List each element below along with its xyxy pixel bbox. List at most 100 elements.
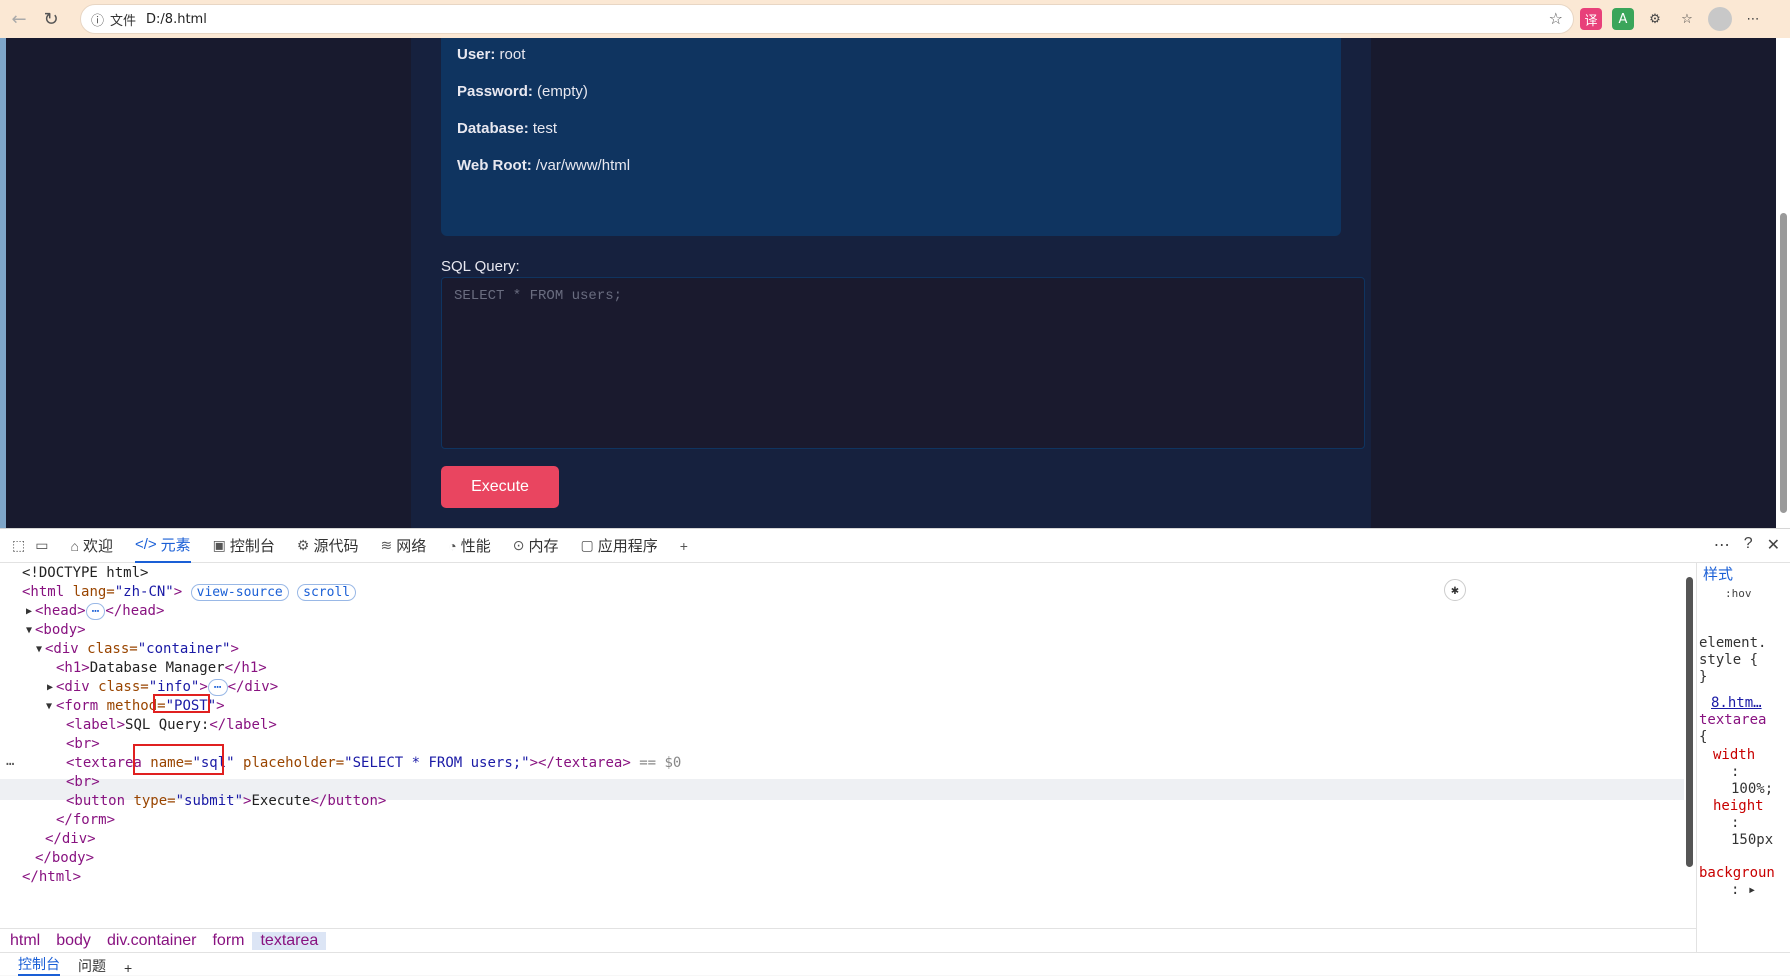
drawer-tabbar: 控制台 问题 +: [0, 952, 1790, 976]
tab-welcome[interactable]: ⌂ 欢迎: [70, 529, 112, 562]
help-icon[interactable]: ?: [1744, 535, 1753, 555]
dom-line-br[interactable]: <br>: [66, 772, 100, 793]
collapse-triangle-icon[interactable]: ▼: [36, 644, 42, 655]
style-source-link[interactable]: 8.htm…: [1711, 695, 1762, 711]
dom-line-html-close[interactable]: </html>: [22, 867, 81, 888]
devtools-tabbar: ⬚ ▭ ⌂ 欢迎 </> 元素 ▣ 控制台 ⚙ 源代码 ≋ 网络 ◔ 性能 ⊙ 内存 ▢ 应用程…: [0, 529, 1790, 563]
dom-line-br[interactable]: <br>: [66, 734, 100, 755]
row-more-icon[interactable]: …: [6, 751, 14, 772]
db-container: User: root Password: (empty) Database: t…: [411, 38, 1371, 528]
dom-line-form-close[interactable]: </form>: [56, 810, 115, 831]
dom-line-body-close[interactable]: </body>: [35, 848, 94, 869]
tab-network[interactable]: ≋ 网络: [380, 529, 426, 562]
page-viewport: User: root Password: (empty) Database: t…: [6, 38, 1776, 528]
style-line: style {: [1699, 652, 1759, 668]
styles-pane: 样式 :hov element. style { } 8.htm… textar…: [1696, 563, 1790, 952]
profile-avatar[interactable]: [1708, 7, 1732, 31]
page-scrollbar-thumb[interactable]: [1780, 213, 1787, 513]
info-icon[interactable]: ⓘ: [91, 10, 104, 29]
style-prop[interactable]: height: [1713, 798, 1764, 814]
collapse-triangle-icon[interactable]: ▼: [46, 701, 52, 712]
tab-sources[interactable]: ⚙ 源代码: [297, 529, 359, 562]
breadcrumb-html[interactable]: html: [0, 932, 48, 950]
expand-triangle-icon[interactable]: ▶: [26, 606, 32, 617]
close-icon[interactable]: ✕: [1767, 535, 1780, 555]
info-row-password: Password: (empty): [457, 83, 588, 100]
translate-extension-icon[interactable]: 译: [1580, 8, 1602, 30]
tab-application[interactable]: ▢ 应用程序: [580, 529, 657, 562]
breadcrumb-form[interactable]: form: [204, 932, 252, 950]
style-line: :: [1731, 764, 1740, 780]
browser-toolbar: ← ↻ ⓘ 文件 D:/8.html ☆ 译 A ⚙ ☆ ⋯: [0, 0, 1790, 38]
extension-icons: 译 A ⚙ ☆ ⋯: [1580, 6, 1764, 32]
drawer-add-icon[interactable]: +: [124, 956, 132, 976]
address-bar[interactable]: ⓘ 文件 D:/8.html ☆: [80, 4, 1574, 34]
tab-performance[interactable]: ◔ 性能: [448, 529, 490, 562]
expand-triangle-icon[interactable]: ▶: [47, 682, 53, 693]
favorites-icon[interactable]: ☆: [1676, 8, 1698, 30]
application-icon: ▢: [580, 537, 594, 553]
dom-line-label[interactable]: <label>SQL Query:</label>: [66, 715, 277, 736]
back-arrow-icon[interactable]: ←: [4, 4, 34, 34]
style-prop[interactable]: backgroun: [1699, 865, 1775, 881]
devtools-panel: ⬚ ▭ ⌂ 欢迎 </> 元素 ▣ 控制台 ⚙ 源代码 ≋ 网络 ◔ 性能 ⊙ 内存 ▢ 应用程…: [0, 528, 1790, 976]
execute-button[interactable]: Execute: [441, 466, 559, 508]
drawer-tab-console[interactable]: 控制台: [18, 950, 60, 976]
accessibility-icon[interactable]: ✱: [1444, 579, 1466, 601]
dom-line-body[interactable]: <body>: [35, 620, 86, 641]
breadcrumb-body[interactable]: body: [48, 932, 99, 950]
hover-state-toggle[interactable]: :hov: [1725, 587, 1752, 600]
info-row-user: User: root: [457, 46, 526, 63]
dom-line-html[interactable]: <html lang="zh-CN"> view-source scroll: [22, 582, 357, 603]
breadcrumb-textarea[interactable]: textarea: [252, 931, 327, 950]
add-tab-button[interactable]: +: [680, 532, 688, 560]
tab-elements[interactable]: </> 元素: [134, 528, 191, 563]
page-scrollbar[interactable]: [1776, 38, 1790, 528]
style-value[interactable]: 150px: [1731, 832, 1773, 848]
style-prop[interactable]: width: [1713, 747, 1755, 763]
collapse-triangle-icon[interactable]: ▼: [26, 625, 32, 636]
sql-query-label: SQL Query:: [441, 258, 520, 275]
sources-icon: ⚙: [296, 537, 310, 553]
view-source-badge[interactable]: view-source: [190, 584, 289, 601]
more-options-icon[interactable]: ⋯: [1714, 535, 1730, 555]
style-value[interactable]: 100%;: [1731, 781, 1773, 797]
style-line: element.: [1699, 635, 1767, 651]
highlight-box-post: [153, 694, 210, 713]
url-text[interactable]: D:/8.html: [146, 12, 207, 27]
style-line: : ▸: [1731, 882, 1757, 898]
collapsed-ellipsis[interactable]: ⋯: [85, 603, 106, 620]
device-toolbar-icon[interactable]: ▭: [35, 537, 48, 554]
dom-line-h1[interactable]: <h1>Database Manager</h1>: [56, 658, 267, 679]
collapsed-ellipsis[interactable]: ⋯: [207, 679, 228, 696]
home-icon: ⌂: [70, 537, 79, 554]
info-row-webroot: Web Root: /var/www/html: [457, 157, 631, 174]
style-line: {: [1699, 729, 1708, 745]
dom-line-head[interactable]: <head> ⋯ </head>: [35, 601, 164, 622]
tab-console[interactable]: ▣ 控制台: [213, 529, 275, 562]
extensions-puzzle-icon[interactable]: ⚙: [1644, 8, 1666, 30]
elements-scrollbar[interactable]: [1684, 563, 1696, 928]
tab-memory[interactable]: ⊙ 内存: [513, 529, 559, 562]
gauge-icon: ◔: [448, 537, 457, 554]
breadcrumb-div-container[interactable]: div.container: [99, 932, 205, 950]
dom-line-div-close[interactable]: </div>: [45, 829, 96, 850]
dom-breadcrumbs: html body div.container form textarea: [0, 928, 1696, 952]
dom-line-doctype[interactable]: <!DOCTYPE html>: [22, 563, 148, 584]
reload-icon[interactable]: ↻: [36, 4, 66, 34]
dom-line-button[interactable]: <button type="submit">Execute</button>: [66, 791, 386, 812]
console-icon: ▣: [212, 537, 226, 553]
inspect-element-icon[interactable]: ⬚: [12, 537, 25, 554]
sql-textarea[interactable]: [441, 277, 1365, 449]
more-menu-icon[interactable]: ⋯: [1742, 8, 1764, 30]
bookmark-star-icon[interactable]: ☆: [1549, 9, 1563, 28]
style-line: }: [1699, 669, 1708, 685]
drawer-tab-issues[interactable]: 问题: [78, 952, 106, 976]
dom-line-div-container[interactable]: <div class="container">: [45, 639, 239, 660]
tab-styles[interactable]: 样式: [1703, 563, 1733, 584]
scroll-badge[interactable]: scroll: [297, 584, 357, 601]
translate-page-icon[interactable]: A: [1612, 8, 1634, 30]
wifi-icon: ≋: [380, 537, 393, 553]
elements-scrollbar-thumb[interactable]: [1686, 577, 1693, 867]
style-line: :: [1731, 815, 1740, 831]
